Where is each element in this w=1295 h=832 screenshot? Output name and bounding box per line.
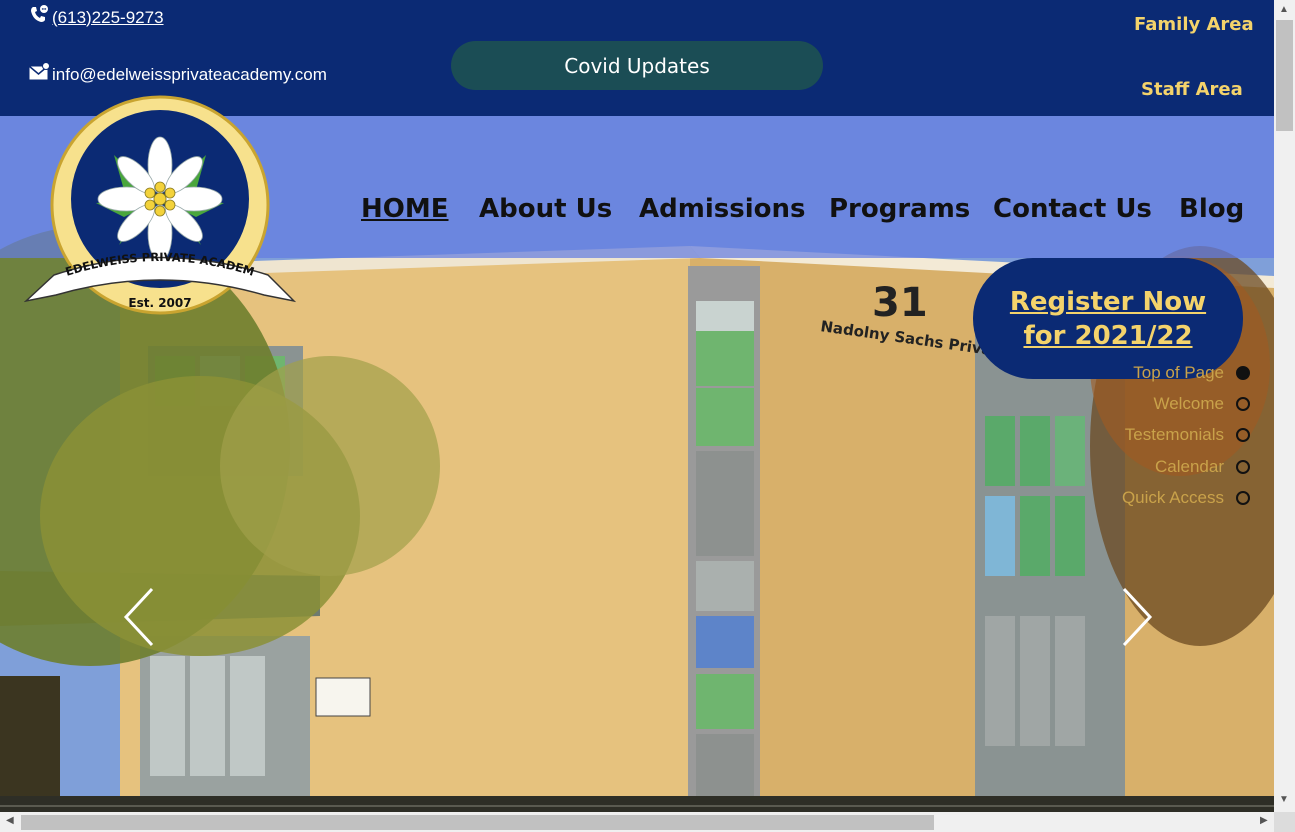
- anchor-dot-welcome[interactable]: [1236, 397, 1250, 411]
- phone-icon: [28, 4, 50, 31]
- entrance-sign: [315, 677, 371, 717]
- register-now-button[interactable]: Register Now for 2021/22: [973, 258, 1243, 379]
- envelope-icon: [28, 62, 50, 87]
- scroll-right-icon[interactable]: ▶: [1260, 815, 1268, 826]
- anchor-label-welcome[interactable]: Welcome: [1153, 394, 1224, 414]
- phone-number: (613)225-9273: [52, 7, 164, 27]
- nav-programs[interactable]: Programs: [829, 194, 970, 224]
- chevron-right-icon[interactable]: [1116, 585, 1156, 649]
- anchor-label-calendar[interactable]: Calendar: [1155, 457, 1224, 477]
- nav-contact-us[interactable]: Contact Us: [993, 194, 1152, 224]
- anchor-label-testimonials[interactable]: Testemonials: [1125, 425, 1224, 445]
- logo-est: Est. 2007: [128, 296, 191, 310]
- family-area-link[interactable]: Family Area: [1134, 14, 1254, 35]
- anchor-dot-calendar[interactable]: [1236, 460, 1250, 474]
- anchor-dot-top[interactable]: [1236, 366, 1250, 380]
- horizontal-scroll-thumb[interactable]: [21, 815, 934, 830]
- academy-logo[interactable]: EDELWEISS PRIVATE ACADEMY Est. 2007: [19, 84, 297, 327]
- vertical-scroll-thumb[interactable]: [1276, 20, 1293, 131]
- scroll-left-icon[interactable]: ◀: [6, 815, 14, 826]
- building-number: 31: [872, 280, 928, 326]
- scrollbar-corner: [1274, 812, 1295, 832]
- anchor-label-quick-access[interactable]: Quick Access: [1122, 488, 1224, 508]
- email-address: info@edelweissprivateacademy.com: [52, 64, 327, 84]
- chevron-left-icon[interactable]: [120, 585, 160, 649]
- anchor-dot-quick-access[interactable]: [1236, 491, 1250, 505]
- register-label: Register Now for 2021/22: [1009, 286, 1207, 351]
- email-link[interactable]: info@edelweissprivateacademy.com: [28, 62, 327, 87]
- nav-admissions[interactable]: Admissions: [639, 194, 805, 224]
- scroll-up-icon[interactable]: ▲: [1279, 4, 1289, 15]
- anchor-label-top[interactable]: Top of Page: [1133, 363, 1224, 383]
- nav-blog[interactable]: Blog: [1179, 194, 1244, 224]
- nav-about-us[interactable]: About Us: [479, 194, 612, 224]
- scroll-down-icon[interactable]: ▼: [1279, 794, 1289, 805]
- phone-link[interactable]: (613)225-9273: [28, 4, 164, 31]
- staff-area-link[interactable]: Staff Area: [1141, 79, 1243, 100]
- anchor-dot-testimonials[interactable]: [1236, 428, 1250, 442]
- page-viewport: 31 Nadolny Sachs Private (613)225-9273 i…: [0, 0, 1274, 812]
- covid-updates-button[interactable]: Covid Updates: [451, 41, 823, 90]
- nav-home[interactable]: HOME: [361, 194, 449, 224]
